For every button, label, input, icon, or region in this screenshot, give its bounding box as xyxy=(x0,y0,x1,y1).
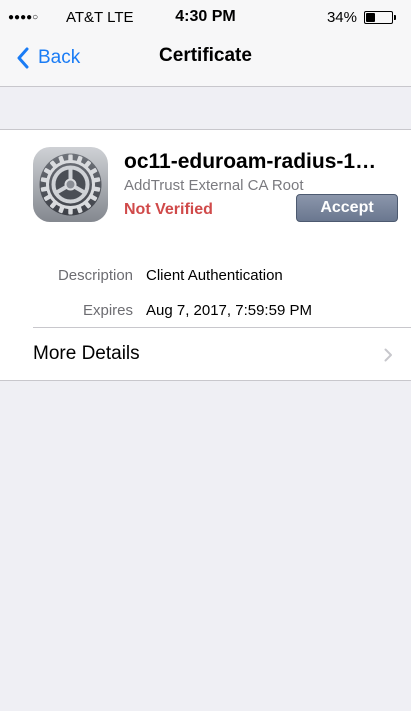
expires-value: Aug 7, 2017, 7:59:59 PM xyxy=(146,302,312,319)
battery-icon xyxy=(364,11,396,24)
divider xyxy=(33,327,411,328)
chevron-right-icon xyxy=(384,348,392,362)
top-bar: ●●●●○ AT&T LTE 4:30 PM 34% Back Certific… xyxy=(0,0,411,87)
certificate-card: oc11-eduroam-radius-1… AddTrust External… xyxy=(0,129,411,381)
certificate-name: oc11-eduroam-radius-1… xyxy=(124,150,377,173)
battery-fill xyxy=(366,13,375,22)
description-value: Client Authentication xyxy=(146,267,283,284)
expires-label: Expires xyxy=(82,302,133,319)
settings-gear-icon xyxy=(33,147,108,222)
status-bar: ●●●●○ AT&T LTE 4:30 PM 34% xyxy=(0,0,411,34)
more-details-row[interactable]: More Details xyxy=(33,343,140,365)
certificate-issuer: AddTrust External CA Root xyxy=(124,177,304,194)
screen: ●●●●○ AT&T LTE 4:30 PM 34% Back Certific… xyxy=(0,0,411,711)
battery-percent: 34% xyxy=(326,9,357,26)
description-label: Description xyxy=(57,267,133,284)
accept-button[interactable]: Accept xyxy=(296,194,398,222)
verification-status: Not Verified xyxy=(124,201,213,218)
page-title: Certificate xyxy=(159,45,252,66)
